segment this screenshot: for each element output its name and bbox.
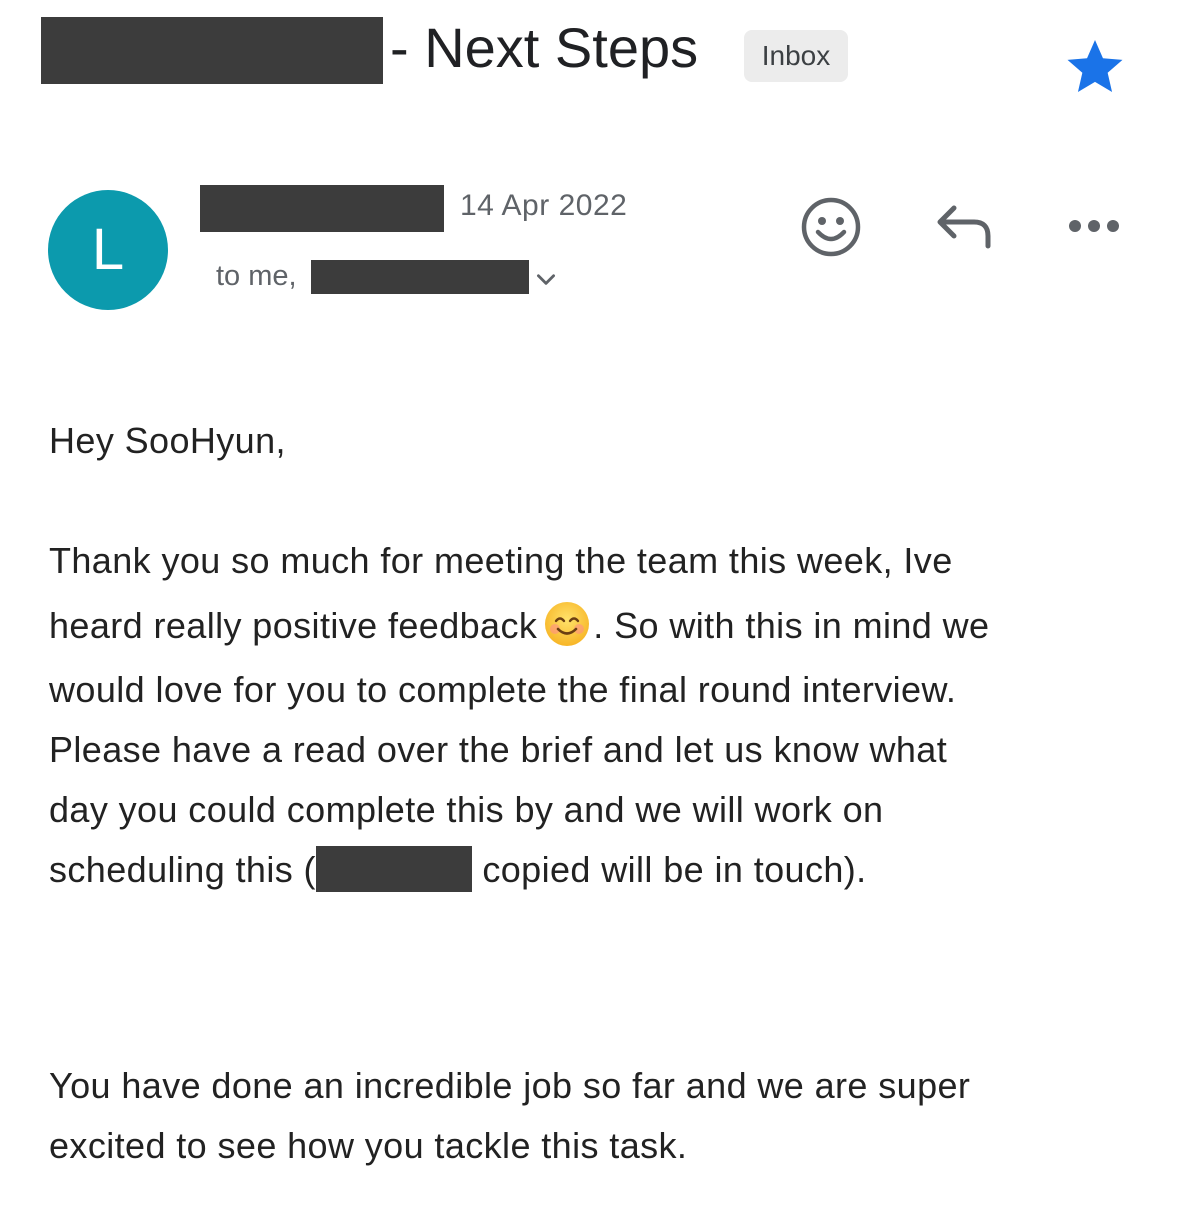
body-line: day you could complete this by and we wi… [49,789,884,830]
email-subject: - Next Steps [390,16,699,79]
smiling-face-emoji-icon [545,602,590,646]
star-icon[interactable] [1062,34,1128,100]
body-text-segment: heard really positive feedback [49,605,538,646]
message-date: 14 Apr 2022 [460,189,628,222]
inbox-label-chip[interactable]: Inbox [744,30,848,82]
recipients-summary[interactable]: to me, [216,256,297,296]
body-text-segment: scheduling this ( [49,849,316,890]
more-horizontal-icon[interactable] [1066,214,1122,238]
body-line: scheduling this ( copied will be in touc… [49,846,867,894]
greeting: Hey SooHyun, [49,420,286,461]
body-line: would love for you to complete the final… [49,669,957,710]
body-line: excited to see how you tackle this task. [49,1125,688,1166]
redacted-subject [41,17,383,84]
body-line: Thank you so much for meeting the team t… [49,540,953,581]
redacted-sender-name[interactable] [200,185,444,232]
reply-icon[interactable] [932,200,994,252]
body-text-segment: . So with this in mind we [593,605,990,646]
chevron-down-icon[interactable] [533,266,559,292]
body-line: You have done an incredible job so far a… [49,1065,971,1106]
redacted-recipient [311,260,529,294]
body-text-segment: copied will be in touch). [471,849,867,890]
redacted-name [315,846,472,892]
sender-avatar[interactable]: L [48,190,168,310]
body-line: heard really positive feedback . So with… [49,600,989,650]
body-line: Please have a read over the brief and le… [49,729,948,770]
smiley-icon[interactable] [800,196,862,258]
